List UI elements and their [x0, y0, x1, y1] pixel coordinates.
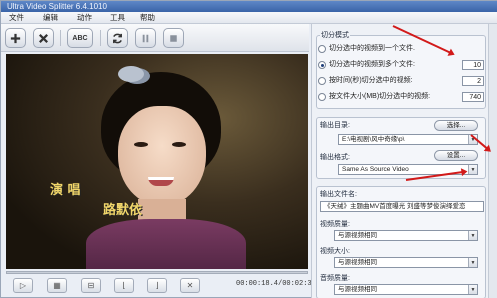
split-mark-button[interactable]: ⊟ [81, 278, 101, 293]
stop-button[interactable] [163, 28, 184, 48]
split-option-label: 按文件大小(MB)切分选中的视频: [329, 93, 431, 100]
radio-one-file[interactable] [318, 45, 326, 53]
format-settings-button[interactable]: 设置... [434, 150, 478, 161]
mark-start-icon: ⌊ [122, 281, 126, 290]
title-bar[interactable]: Ultra Video Splitter 6.4.1010 [1, 1, 497, 12]
settings-panel: 切分模式 切分选中的视频到一个文件. 切分选中的视频到多个文件: 10 按时间(… [311, 24, 497, 298]
toolbar-divider [100, 30, 101, 46]
video-preview[interactable]: 演 唱 路默依 [6, 54, 308, 269]
refresh-icon [113, 33, 122, 43]
plus-icon [10, 33, 21, 43]
video-frame-dress [86, 219, 246, 269]
output-filename-input[interactable]: 《天绒》主题曲MV首度曝光 刘盛等梦俊演绎爱恋 [320, 201, 484, 212]
chevron-down-icon[interactable]: ▼ [468, 285, 477, 294]
video-size-value: 与源视频相同 [338, 259, 377, 266]
split-option-by-size[interactable]: 按文件大小(MB)切分选中的视频: [318, 92, 430, 102]
chevron-down-icon[interactable]: ▼ [468, 258, 477, 267]
toolbar-divider [60, 30, 61, 46]
video-size-combo[interactable]: 与源视频相同 ▼ [334, 257, 478, 268]
menu-edit[interactable]: 编辑 [43, 12, 58, 24]
panel-scrollbar[interactable] [488, 24, 497, 298]
video-frame-face [118, 106, 206, 206]
video-size-label: 视频大小: [320, 248, 350, 255]
video-quality-combo[interactable]: 与源视频相同 ▼ [334, 230, 478, 241]
split-size-input[interactable]: 740 [462, 92, 484, 102]
clear-marks-button[interactable]: ✕ [180, 278, 200, 293]
audio-quality-combo[interactable]: 与源视频相同 ▼ [334, 284, 478, 295]
split-option-one-file[interactable]: 切分选中的视频到一个文件. [318, 44, 415, 54]
mark-end-icon: ⌋ [155, 281, 159, 290]
video-frame-eye [134, 142, 148, 147]
output-format-label: 输出格式: [320, 154, 350, 161]
split-icon: ⊟ [87, 281, 95, 290]
video-subtitle: 演 唱 [50, 183, 81, 198]
video-quality-value: 与源视频相同 [338, 232, 377, 239]
crop-icon: ✕ [186, 281, 194, 290]
radio-by-time[interactable] [318, 77, 326, 85]
radio-multi-files[interactable] [318, 61, 326, 69]
toolbar: ABC [1, 24, 309, 52]
menu-action[interactable]: 动作 [77, 12, 92, 24]
play-icon: ▷ [19, 281, 27, 290]
seek-bar[interactable] [6, 271, 308, 274]
chevron-down-icon[interactable]: ▼ [468, 165, 477, 174]
play-button[interactable]: ▷ [13, 278, 33, 293]
radio-by-size[interactable] [318, 93, 326, 101]
rename-button[interactable]: ABC [67, 28, 93, 48]
window-title: Ultra Video Splitter 6.4.1010 [7, 2, 107, 11]
convert-button[interactable] [107, 28, 128, 48]
app-window: Ultra Video Splitter 6.4.1010 文件 编辑 动作 工… [0, 0, 497, 298]
split-option-label: 切分选中的视频到多个文件: [329, 61, 415, 68]
select-dir-button[interactable]: 选择... [434, 120, 478, 131]
split-option-label: 按时间(秒)切分选中的视频: [329, 77, 413, 84]
output-filename-label: 输出文件名: [320, 191, 357, 198]
menu-tools[interactable]: 工具 [110, 12, 125, 24]
split-option-label: 切分选中的视频到一个文件. [329, 45, 415, 52]
video-subtitle: 路默依 [103, 203, 143, 218]
split-option-multi-files[interactable]: 切分选中的视频到多个文件: [318, 60, 415, 70]
audio-quality-label: 音频质量: [320, 275, 350, 282]
audio-quality-value: 与源视频相同 [338, 286, 377, 293]
video-frame-hair-flower [118, 66, 144, 82]
chevron-down-icon[interactable]: ▼ [468, 231, 477, 240]
output-dir-combo[interactable]: E:\电视剧\风中奇缘\p\ ▼ [338, 134, 478, 145]
player-controls: ▷ ▦ ⊟ ⌊ ⌋ ✕ 00:00:18.4/00:02:31.7 [1, 275, 324, 298]
video-quality-label: 视频质量: [320, 221, 350, 228]
mark-end-button[interactable]: ⌋ [147, 278, 167, 293]
pause-button[interactable] [135, 28, 156, 48]
multi-files-count-input[interactable]: 10 [462, 60, 484, 70]
output-dir-label: 输出目录: [320, 122, 350, 129]
abc-icon: ABC [72, 34, 88, 42]
split-seconds-input[interactable]: 2 [462, 76, 484, 86]
video-frame-eye [172, 142, 186, 147]
menu-help[interactable]: 帮助 [140, 12, 155, 24]
mark-start-button[interactable]: ⌊ [114, 278, 134, 293]
split-mode-label: 切分模式 [320, 30, 350, 40]
output-dir-value: E:\电视剧\风中奇缘\p\ [342, 136, 405, 143]
menu-bar: 文件 编辑 动作 工具 帮助 [1, 12, 497, 24]
output-format-value: Same As Source Video [342, 166, 409, 173]
menu-file[interactable]: 文件 [9, 12, 24, 24]
pause-icon [142, 34, 149, 42]
split-option-by-time[interactable]: 按时间(秒)切分选中的视频: [318, 76, 413, 86]
remove-file-button[interactable] [33, 28, 54, 48]
stop-icon [170, 34, 177, 42]
frame-icon: ▦ [53, 281, 61, 290]
add-file-button[interactable] [5, 28, 26, 48]
close-icon [38, 33, 49, 43]
step-button[interactable]: ▦ [47, 278, 67, 293]
